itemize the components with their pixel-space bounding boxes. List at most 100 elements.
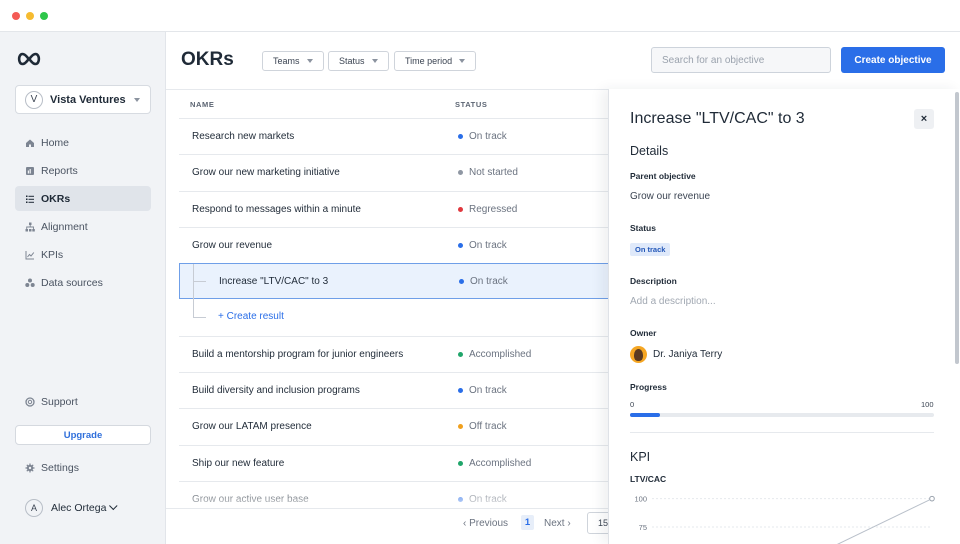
close-icon: × (920, 113, 928, 125)
objective-status: Off track (458, 421, 507, 432)
status-dot-icon (458, 351, 463, 357)
status-dot-icon (458, 460, 463, 466)
sidebar-item-label: KPIs (41, 248, 64, 261)
sidebar-item-okrs[interactable]: OKRs (15, 186, 151, 211)
kpi-series-line (837, 498, 933, 544)
status-dot-icon (458, 388, 463, 394)
infinity-logo-icon[interactable] (16, 52, 42, 66)
status-dot-icon (458, 242, 463, 248)
sidebar-item-label: Settings (41, 461, 79, 474)
sidebar-item-label: Support (41, 395, 78, 408)
filter-label: Status (339, 56, 365, 66)
kpi-data-point (929, 495, 935, 502)
filter-time-period[interactable]: Time period (394, 51, 477, 71)
objective-name: Build diversity and inclusion programs (192, 385, 360, 397)
y-tick-label: 100 (634, 495, 647, 504)
table-row[interactable]: Research new markets On track (179, 118, 623, 154)
kpis-icon (25, 250, 35, 259)
panel-scrollbar[interactable] (955, 92, 959, 364)
sidebar-item-home[interactable]: Home (15, 130, 151, 155)
parent-objective-value[interactable]: Grow our revenue (630, 191, 710, 202)
upgrade-button[interactable]: Upgrade (15, 425, 151, 445)
column-header-status[interactable]: STATUS (455, 100, 488, 109)
okrs-icon (26, 195, 34, 203)
tree-connector (193, 264, 194, 318)
previous-page-button[interactable]: ‹ Previous (463, 518, 508, 529)
objective-name: Grow our revenue (192, 239, 273, 251)
details-heading: Details (630, 144, 669, 158)
column-header-name[interactable]: NAME (190, 100, 214, 109)
sidebar-item-label: OKRs (41, 192, 71, 205)
sidebar-item-alignment[interactable]: Alignment (15, 214, 151, 239)
description-field[interactable]: Add a description... (630, 296, 716, 307)
status-dot-icon (458, 170, 463, 176)
chevron-down-icon (306, 59, 313, 63)
table-row[interactable]: Grow our LATAM presence Off track (179, 408, 623, 444)
data-sources-icon (25, 278, 35, 287)
table-row[interactable]: Build a mentorship program for junior en… (179, 335, 623, 372)
user-menu[interactable]: A Alec Ortega (25, 499, 118, 517)
status-dot-icon (458, 134, 463, 139)
objective-name: Respond to messages within a minute (192, 203, 361, 215)
create-objective-button[interactable]: Create objective (841, 47, 945, 73)
filter-status[interactable]: Status (328, 51, 389, 71)
divider (630, 432, 934, 433)
table-row[interactable]: Build diversity and inclusion programs On… (179, 372, 623, 408)
sidebar-item-label: Alignment (41, 220, 88, 233)
table-row[interactable]: Grow our new marketing initiative Not sta… (179, 154, 623, 190)
filter-teams[interactable]: Teams (262, 51, 324, 71)
objective-name: Research new markets (192, 131, 295, 142)
progress-max: 100 (921, 400, 934, 409)
next-page-button[interactable]: Next › (544, 518, 571, 529)
scroll-fade (166, 483, 616, 509)
user-avatar: A (25, 499, 43, 517)
close-panel-button[interactable]: × (914, 109, 934, 129)
create-result-link[interactable]: + Create result (218, 311, 284, 322)
chevron-down-icon (371, 59, 378, 63)
workspace-avatar: V (25, 90, 43, 109)
tree-connector (193, 281, 206, 282)
status-label: Status (630, 223, 656, 233)
kpi-name: LTV/CAC (630, 474, 667, 484)
status-badge[interactable]: On track (630, 243, 671, 256)
sidebar-item-kpis[interactable]: KPIs (15, 242, 151, 267)
owner-name: Dr. Janiya Terry (653, 349, 723, 360)
status-text: Accomplished (469, 457, 532, 469)
progress-bar[interactable] (630, 413, 934, 417)
alignment-icon (25, 222, 35, 231)
close-window-button[interactable] (12, 12, 20, 20)
kpi-line-chart: 100 75 (634, 495, 935, 544)
sidebar-item-data-sources[interactable]: Data sources (15, 270, 151, 295)
sidebar-item-label: Data sources (41, 276, 103, 289)
objective-status: Regressed (458, 204, 517, 215)
maximize-window-button[interactable] (40, 12, 48, 20)
status-text: Off track (469, 421, 507, 433)
status-dot-icon (459, 279, 464, 285)
table-row[interactable]: Respond to messages within a minute Regre… (179, 190, 623, 227)
table-row[interactable]: Increase "LTV/CAC" to 3 On track (179, 263, 623, 300)
table-row[interactable]: Ship our new feature Accomplished (179, 444, 623, 481)
objective-name: Grow our LATAM presence (192, 421, 312, 433)
status-text: On track (469, 131, 507, 142)
objective-status: On track (458, 240, 507, 251)
objective-name: Build a mentorship program for junior en… (192, 348, 404, 360)
sidebar-item-reports[interactable]: Reports (15, 158, 151, 183)
chevron-down-icon (109, 501, 118, 511)
status-dot-icon (458, 424, 463, 430)
sidebar-item-settings[interactable]: Settings (15, 455, 151, 480)
description-label: Description (630, 276, 677, 286)
table-row[interactable]: Grow our revenue On track (179, 226, 623, 263)
workspace-switcher[interactable]: V Vista Ventures (15, 85, 151, 114)
status-text: Regressed (469, 203, 518, 215)
status-text: On track (470, 276, 508, 288)
progress-min: 0 (630, 400, 635, 409)
current-page[interactable]: 1 (521, 515, 534, 530)
sidebar: V Vista Ventures Home Reports OKRs Align… (0, 32, 166, 544)
owner-field[interactable]: Dr. Janiya Terry (630, 346, 722, 363)
status-text: Not started (469, 167, 518, 179)
search-input[interactable] (651, 47, 831, 73)
gear-icon (25, 463, 35, 472)
minimize-window-button[interactable] (26, 12, 34, 20)
sidebar-item-support[interactable]: Support (15, 389, 151, 414)
objective-name: Ship our new feature (192, 457, 285, 469)
